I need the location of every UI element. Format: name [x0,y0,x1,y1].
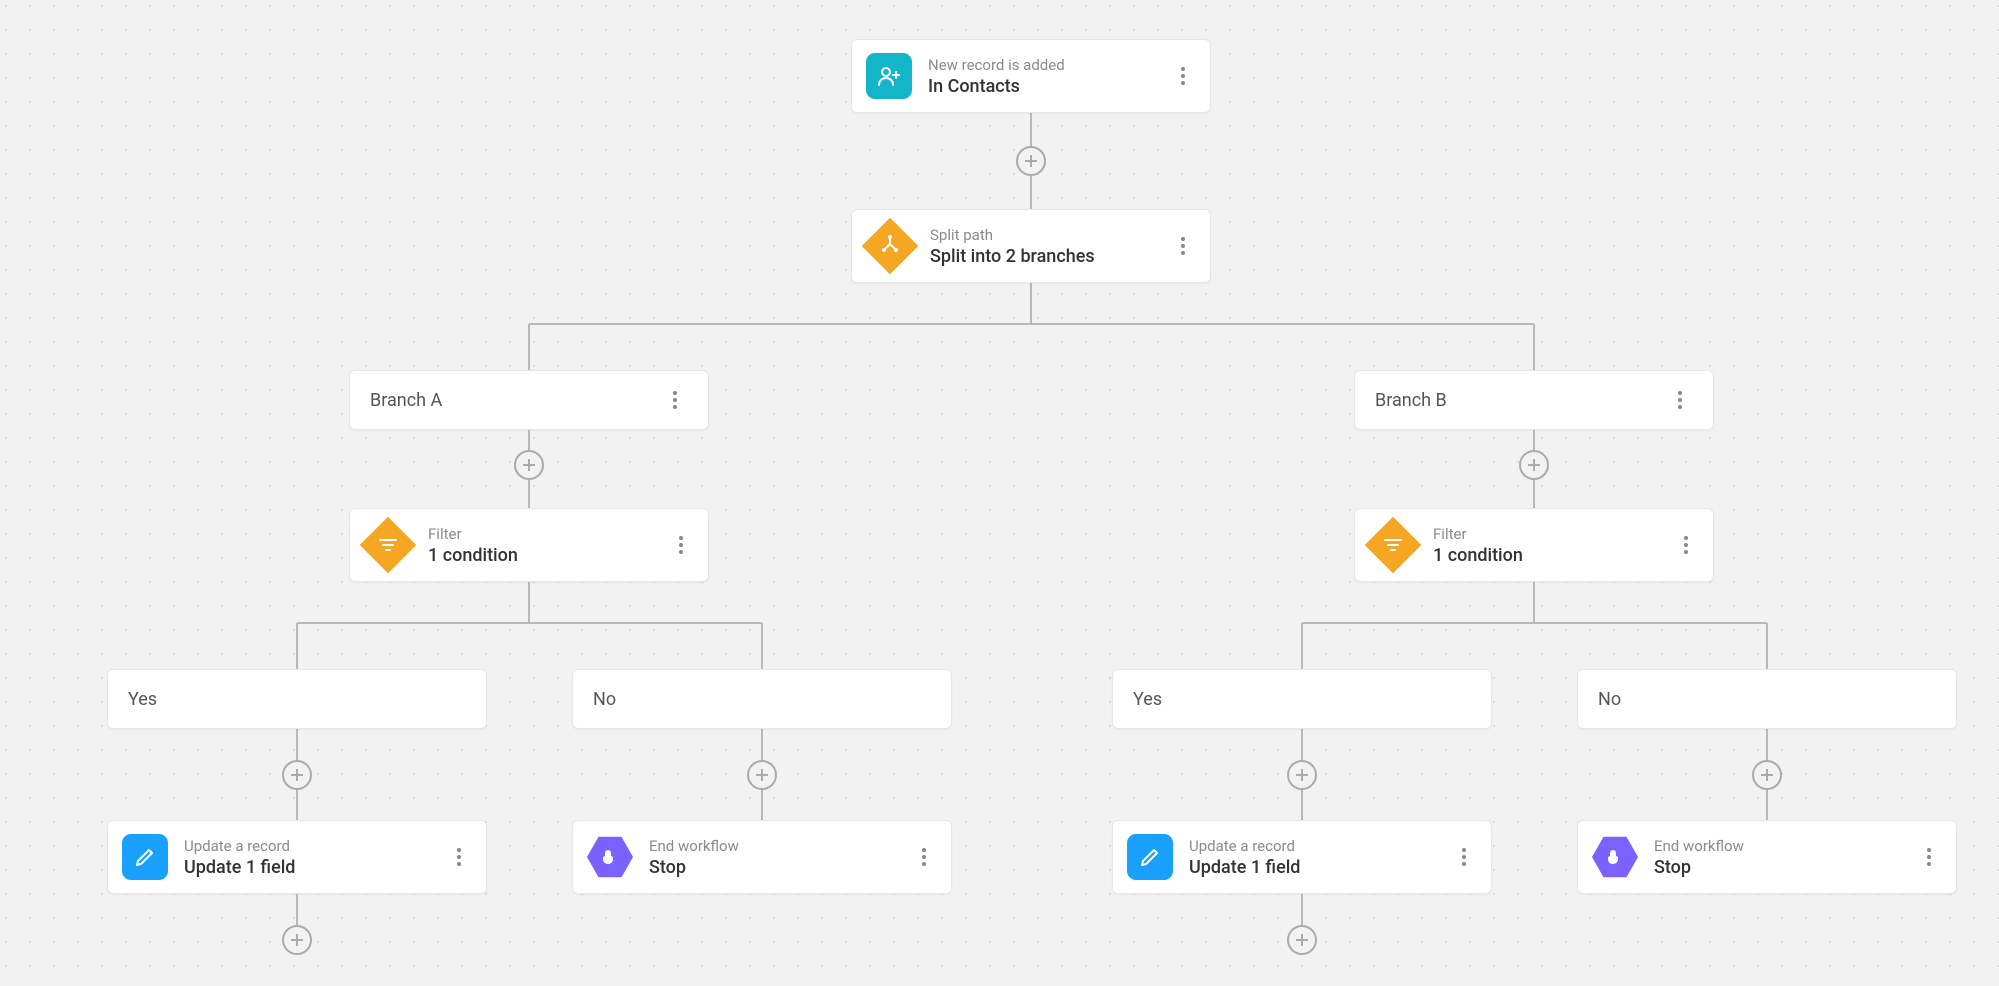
add-step-button[interactable] [1752,760,1782,790]
add-step-button[interactable] [514,450,544,480]
yes-label: Yes [1133,689,1162,710]
filter-a-menu[interactable] [668,536,694,554]
filter-b-menu[interactable] [1673,536,1699,554]
yes-label: Yes [128,689,157,710]
add-step-button[interactable] [747,760,777,790]
stop-a-node[interactable]: End workflow Stop [572,820,952,894]
add-step-button[interactable] [1287,760,1317,790]
filter-a-type: Filter [428,525,668,543]
no-label: No [1598,689,1621,710]
stop-b-type: End workflow [1654,837,1916,855]
add-step-button[interactable] [1016,146,1046,176]
filter-b-type: Filter [1433,525,1673,543]
add-step-button[interactable] [1287,925,1317,955]
trigger-node[interactable]: New record is added In Contacts [851,39,1211,113]
stop-a-menu[interactable] [911,848,937,866]
trigger-menu[interactable] [1170,67,1196,85]
split-title: Split into 2 branches [930,246,1170,267]
stop-a-type: End workflow [649,837,911,855]
add-step-button[interactable] [282,760,312,790]
filter-icon [360,517,417,574]
stop-a-title: Stop [649,857,911,878]
filter-a-node[interactable]: Filter 1 condition [349,508,709,582]
split-type: Split path [930,226,1170,244]
branch-a-menu[interactable] [662,391,688,409]
pencil-icon [122,834,168,880]
split-node[interactable]: Split path Split into 2 branches [851,209,1211,283]
filter-b-title: 1 condition [1433,545,1673,566]
no-label: No [593,689,616,710]
pencil-icon [1127,834,1173,880]
stop-icon [587,834,633,880]
branch-no-b[interactable]: No [1577,669,1957,729]
update-a-type: Update a record [184,837,446,855]
update-a-node[interactable]: Update a record Update 1 field [107,820,487,894]
update-b-menu[interactable] [1451,848,1477,866]
branch-yes-b[interactable]: Yes [1112,669,1492,729]
branch-no-a[interactable]: No [572,669,952,729]
workflow-canvas[interactable]: New record is added In Contacts Split pa… [0,0,1999,986]
update-a-menu[interactable] [446,848,472,866]
person-add-icon [866,53,912,99]
trigger-type: New record is added [928,56,1170,74]
filter-b-node[interactable]: Filter 1 condition [1354,508,1714,582]
branch-b-text: Branch B [1375,390,1447,411]
stop-b-node[interactable]: End workflow Stop [1577,820,1957,894]
branch-b-label[interactable]: Branch B [1354,370,1714,430]
stop-icon [1592,834,1638,880]
branch-b-menu[interactable] [1667,391,1693,409]
update-b-title: Update 1 field [1189,857,1451,878]
branch-yes-a[interactable]: Yes [107,669,487,729]
branch-a-label[interactable]: Branch A [349,370,709,430]
update-b-type: Update a record [1189,837,1451,855]
update-b-node[interactable]: Update a record Update 1 field [1112,820,1492,894]
filter-icon [1365,517,1422,574]
split-icon [862,218,919,275]
add-step-button[interactable] [282,925,312,955]
update-a-title: Update 1 field [184,857,446,878]
trigger-title: In Contacts [928,76,1170,97]
stop-b-title: Stop [1654,857,1916,878]
split-menu[interactable] [1170,237,1196,255]
filter-a-title: 1 condition [428,545,668,566]
branch-a-text: Branch A [370,390,442,411]
add-step-button[interactable] [1519,450,1549,480]
stop-b-menu[interactable] [1916,848,1942,866]
